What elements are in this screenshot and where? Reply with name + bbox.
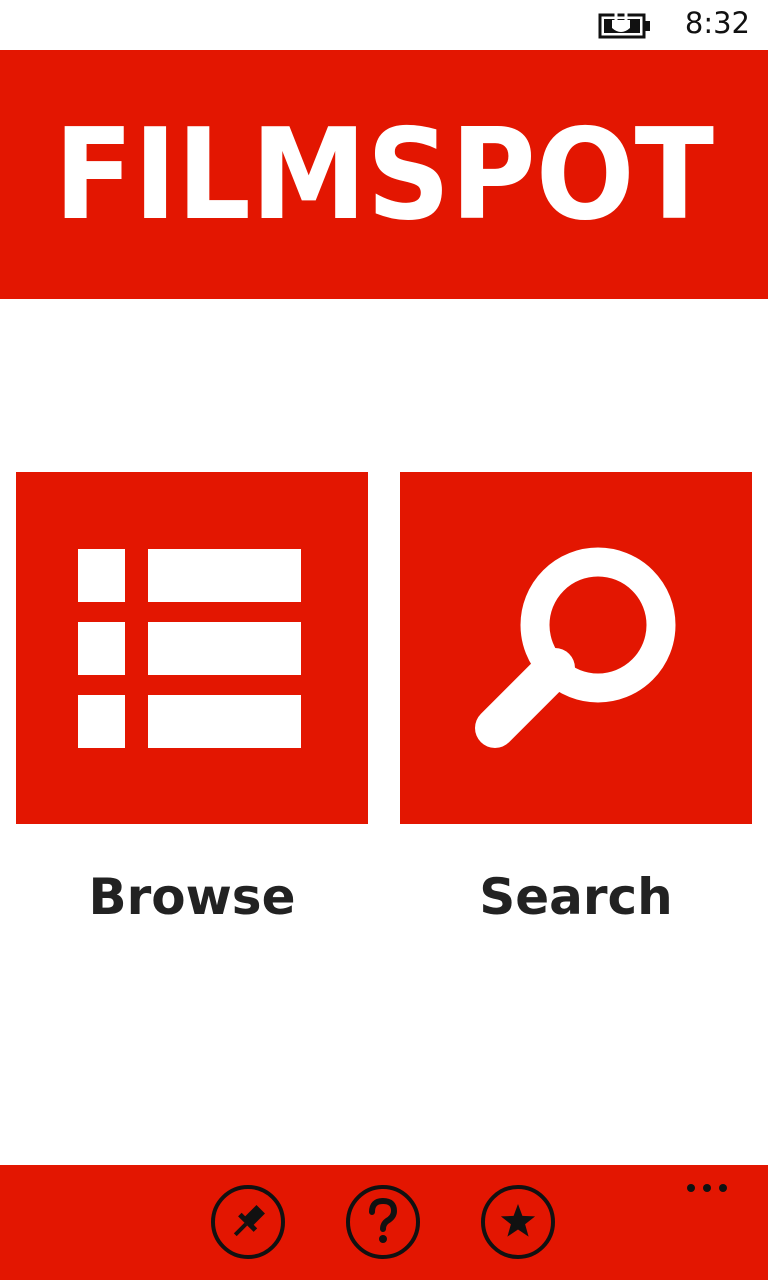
app-header: FILMSPOT (0, 50, 768, 299)
pin-button[interactable] (210, 1184, 286, 1260)
favorites-button[interactable] (480, 1184, 556, 1260)
ellipsis-icon (687, 1184, 727, 1192)
search-tile[interactable] (400, 472, 752, 824)
logo-text: FILMSPOT (54, 101, 714, 248)
browse-tile[interactable] (16, 472, 368, 824)
pin-icon (211, 1185, 285, 1259)
more-options-button[interactable] (682, 1175, 732, 1201)
help-button[interactable] (345, 1184, 421, 1260)
magnifier-icon (475, 547, 676, 748)
app-bar (0, 1165, 768, 1280)
browse-label[interactable]: Browse (16, 868, 368, 926)
status-bar: 8:32 (0, 0, 768, 50)
help-icon (346, 1185, 420, 1259)
list-icon (78, 549, 301, 748)
battery-charging-icon (598, 10, 652, 40)
star-icon (481, 1185, 555, 1259)
clock: 8:32 (684, 6, 750, 40)
filmspot-logo: FILMSPOT (54, 101, 714, 248)
search-label[interactable]: Search (400, 868, 752, 926)
